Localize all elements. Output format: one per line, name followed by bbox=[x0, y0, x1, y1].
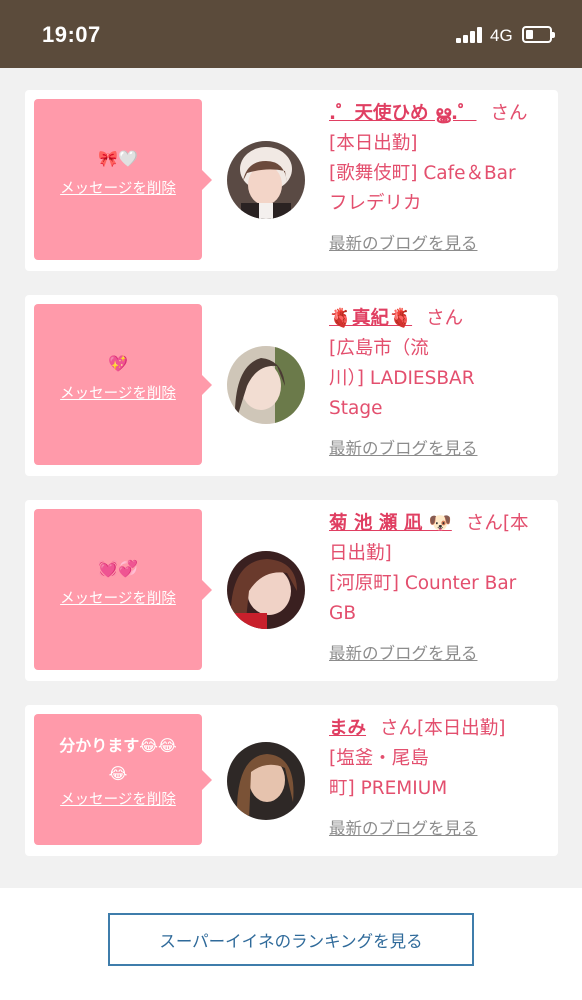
honorific: さん bbox=[490, 103, 528, 124]
cast-name-link[interactable]: 菊 池 瀬 凪 🐶 bbox=[329, 513, 452, 534]
status-bar: 19:07 4G bbox=[0, 0, 582, 68]
view-blog-link[interactable]: 最新のブログを見る bbox=[329, 639, 478, 669]
avatar[interactable] bbox=[227, 551, 305, 629]
cast-info: 🫀真紀🫀 さん [広島市（流 川）] LADIESBAR Stage 最新のブログ… bbox=[329, 304, 551, 458]
honorific: さん bbox=[426, 308, 464, 329]
view-blog-link[interactable]: 最新のブログを見る bbox=[329, 814, 478, 844]
cast-detail-line: [本日出勤] bbox=[329, 133, 418, 154]
delete-message-link[interactable]: メッセージを削除 bbox=[60, 382, 176, 403]
cast-info: 菊 池 瀬 凪 🐶 さん[本 日出勤] [河原町] Counter Bar GB … bbox=[329, 509, 551, 663]
cast-detail-line: [広島市（流 bbox=[329, 338, 429, 359]
message-text: 分かります😂😂 bbox=[59, 736, 177, 755]
delete-message-link[interactable]: メッセージを削除 bbox=[60, 177, 176, 198]
message-text: 💓💞 bbox=[98, 559, 138, 578]
cast-detail-line: Stage bbox=[329, 398, 383, 419]
list-item: 💖 メッセージを削除 🫀真紀🫀 さん [広島市（流 川）] LADIESBAR S… bbox=[25, 295, 558, 476]
cellular-signal-icon bbox=[456, 27, 486, 43]
cast-name-link[interactable]: 🫀真紀🫀 bbox=[329, 308, 412, 329]
honorific: さん[本日出勤] bbox=[380, 718, 506, 739]
view-ranking-button[interactable]: スーパーイイネのランキングを見る bbox=[108, 913, 474, 966]
message-bubble: 💖 メッセージを削除 bbox=[34, 304, 212, 465]
list-item: 🎀🤍 メッセージを削除 .゜天使ひめ ൠ.゜ さん [本日出勤] [歌舞伎町] C… bbox=[25, 90, 558, 271]
message-text-continued: 😂 bbox=[108, 764, 128, 783]
list-item: 💓💞 メッセージを削除 菊 池 瀬 凪 🐶 さん[本 日出勤] [河原町] Cou… bbox=[25, 500, 558, 681]
footer: スーパーイイネのランキングを見る bbox=[0, 888, 582, 1000]
avatar[interactable] bbox=[227, 346, 305, 424]
message-text: 💖 bbox=[108, 354, 128, 373]
cast-detail-line: 町] PREMIUM bbox=[329, 778, 448, 799]
message-bubble: 💓💞 メッセージを削除 bbox=[34, 509, 212, 670]
cast-detail-line: フレデリカ bbox=[329, 193, 422, 214]
message-text: 🎀🤍 bbox=[98, 149, 138, 168]
avatar[interactable] bbox=[227, 742, 305, 820]
cast-detail-line: [歌舞伎町] Cafe＆Bar bbox=[329, 163, 516, 184]
cast-info: .゜天使ひめ ൠ.゜ さん [本日出勤] [歌舞伎町] Cafe＆Bar フレデリ… bbox=[329, 99, 551, 253]
view-blog-link[interactable]: 最新のブログを見る bbox=[329, 434, 478, 464]
cast-detail-line: 川）] LADIESBAR bbox=[329, 368, 475, 389]
cast-detail-line: [塩釜・尾島 bbox=[329, 748, 429, 769]
view-blog-link[interactable]: 最新のブログを見る bbox=[329, 229, 478, 259]
list-item: 分かります😂😂 😂 メッセージを削除 まみ さん[本日出勤] [塩釜・尾島 町] … bbox=[25, 705, 558, 856]
cast-name-link[interactable]: まみ bbox=[329, 718, 366, 739]
battery-icon bbox=[522, 26, 555, 43]
status-time: 19:07 bbox=[42, 22, 101, 47]
cast-detail-line: 日出勤] bbox=[329, 543, 392, 564]
cast-info: まみ さん[本日出勤] [塩釜・尾島 町] PREMIUM 最新のブログを見る bbox=[329, 714, 551, 838]
network-type: 4G bbox=[490, 26, 513, 45]
honorific: さん[本 bbox=[465, 513, 529, 534]
message-bubble: 🎀🤍 メッセージを削除 bbox=[34, 99, 212, 260]
avatar[interactable] bbox=[227, 141, 305, 219]
delete-message-link[interactable]: メッセージを削除 bbox=[60, 587, 176, 608]
delete-message-link[interactable]: メッセージを削除 bbox=[60, 788, 176, 809]
message-bubble: 分かります😂😂 😂 メッセージを削除 bbox=[34, 714, 212, 845]
cast-name-link[interactable]: .゜天使ひめ ൠ.゜ bbox=[329, 103, 477, 124]
cast-detail-line: [河原町] Counter Bar bbox=[329, 573, 517, 594]
cast-detail-line: GB bbox=[329, 603, 357, 624]
